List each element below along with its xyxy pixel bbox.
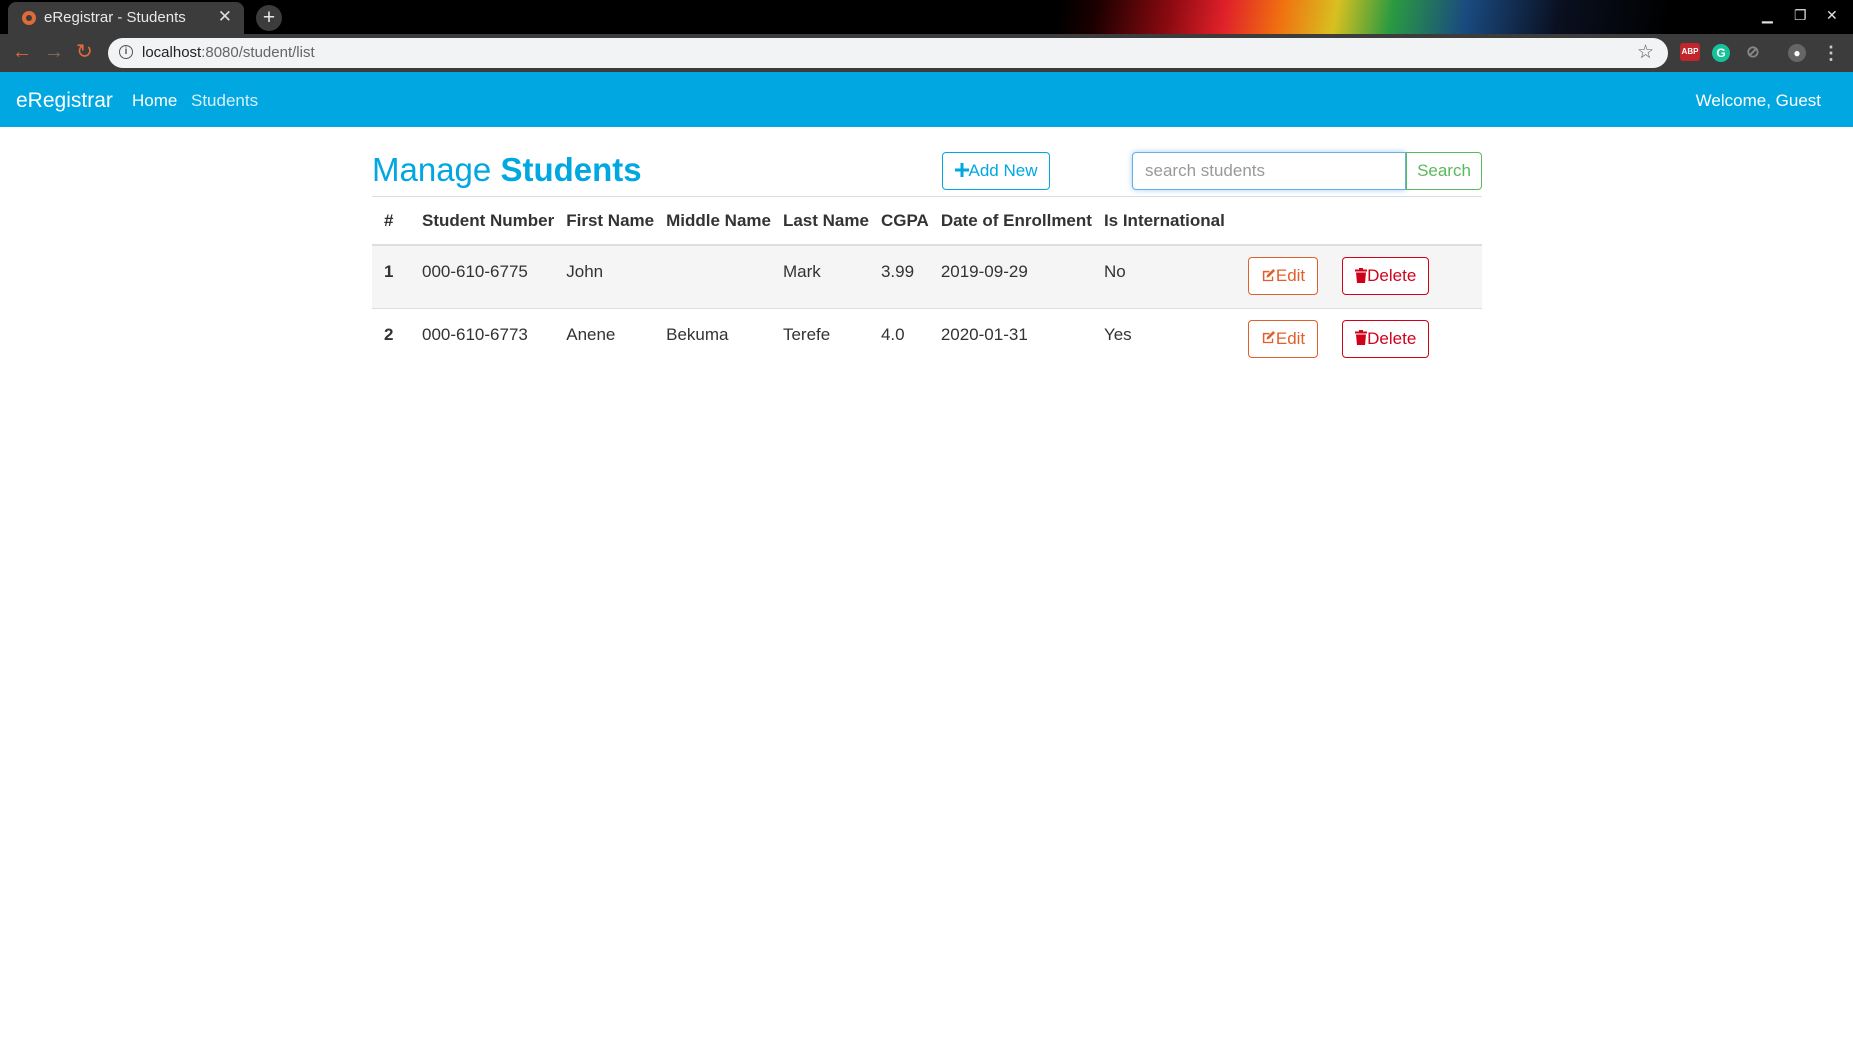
column-header: # [372,196,410,246]
browser-toolbar: ← → ↻ i localhost:8080/student/list ☆ AB… [0,34,1853,72]
edit-button[interactable]: Edit [1247,319,1319,358]
tab-title: eRegistrar - Students [44,9,186,26]
edit-button[interactable]: Edit [1247,257,1319,295]
cgpa: 4.0 [868,307,929,371]
url-text[interactable]: localhost:8080/student/list [142,44,315,61]
edit-cell: Edit [1224,307,1319,371]
column-header: Is International [1091,196,1225,246]
close-tab-icon[interactable]: ✕ [218,7,232,27]
favicon-icon [22,11,36,25]
grammarly-icon[interactable]: G [1712,44,1730,62]
page-title-strong: Students [500,151,642,188]
is-international: No [1091,244,1225,308]
column-header: Last Name [770,196,869,246]
date-of-enrollment: 2020-01-31 [928,307,1092,371]
add-new-button[interactable]: Add New [942,152,1050,190]
cgpa: 3.99 [868,244,929,308]
back-icon[interactable]: ← [12,40,32,64]
column-header: First Name [554,196,655,246]
profile-avatar[interactable]: ● [1788,44,1806,62]
minimize-icon[interactable]: ▁ [1762,7,1773,24]
search-input[interactable] [1132,152,1406,190]
column-header-edit [1224,196,1319,246]
page-title-prefix: Manage [372,151,492,188]
edit-label: Edit [1275,266,1306,285]
date-of-enrollment: 2019-09-29 [928,244,1092,308]
delete-button[interactable]: Delete [1342,257,1430,295]
is-international: Yes [1091,307,1225,371]
browser-tab[interactable]: eRegistrar - Students ✕ [8,2,244,34]
adblock-icon[interactable]: ABP [1680,43,1700,61]
address-bar[interactable]: i localhost:8080/student/list ☆ [108,38,1668,68]
trash-icon [1355,267,1368,283]
reload-icon[interactable]: ↻ [76,40,93,64]
column-header-delete [1318,196,1482,246]
nav-students[interactable]: Students [191,91,258,111]
nav-home[interactable]: Home [132,91,177,111]
brand-logo[interactable]: eRegistrar [16,89,113,113]
browser-titlebar: eRegistrar - Students ✕ + ▁ ❐ ✕ [0,0,1853,34]
student-number: 000-610-6775 [410,244,555,308]
table-header-row: # Student Number First Name Middle Name … [372,196,1482,246]
forward-icon[interactable]: → [44,40,64,64]
delete-label: Delete [1367,328,1417,348]
middle-name [654,244,771,308]
edit-cell: Edit [1224,244,1319,308]
welcome-text: Welcome, Guest [1695,91,1821,110]
delete-cell: Delete [1318,307,1482,371]
edit-label: Edit [1275,328,1306,348]
last-name: Mark [770,244,869,308]
edit-icon [1262,330,1275,344]
app-navbar: eRegistrar Home Students Welcome, Guest [0,72,1853,127]
close-window-icon[interactable]: ✕ [1826,7,1838,24]
menu-kebab-icon[interactable]: ⋮ [1822,44,1840,62]
column-header: Date of Enrollment [928,196,1092,246]
plus-icon [954,163,969,178]
new-tab-button[interactable]: + [256,5,282,31]
students-table: # Student Number First Name Middle Name … [372,196,1482,371]
row-number: 1 [372,244,410,308]
search-button[interactable]: Search [1406,152,1482,190]
column-header: CGPA [868,196,929,246]
middle-name: Bekuma [654,307,771,371]
url-path: :8080/student/list [201,44,315,61]
info-icon[interactable]: i [119,45,133,59]
column-header: Student Number [410,196,555,246]
student-number: 000-610-6773 [410,307,555,371]
row-number: 2 [372,307,410,371]
delete-cell: Delete [1318,244,1482,308]
table-row: 1 000-610-6775 John Mark 3.99 2019-09-29… [372,244,1482,308]
add-new-label: Add New [968,161,1038,180]
last-name: Terefe [770,307,869,371]
restore-icon[interactable]: ❐ [1794,7,1807,24]
delete-button[interactable]: Delete [1342,319,1430,358]
url-host: localhost [142,44,202,61]
delete-label: Delete [1367,266,1417,285]
first-name: John [554,244,655,308]
sync-off-icon[interactable]: ⊘ [1744,44,1762,62]
bookmark-star-icon[interactable]: ☆ [1637,41,1654,64]
column-header: Middle Name [654,196,771,246]
trash-icon [1355,330,1368,346]
first-name: Anene [554,307,655,371]
edit-icon [1262,268,1275,281]
page-title: Manage Students [372,151,642,189]
table-row: 2 000-610-6773 Anene Bekuma Terefe 4.0 2… [372,307,1482,371]
